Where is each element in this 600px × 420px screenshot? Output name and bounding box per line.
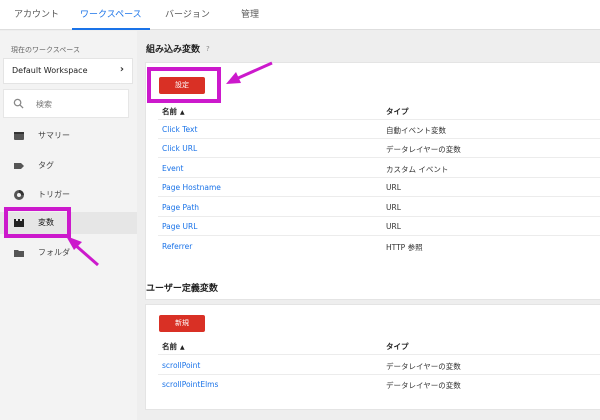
tab-admin[interactable]: 管理 bbox=[241, 0, 259, 30]
variable-type: データレイヤーの変数 bbox=[386, 381, 461, 390]
variable-type: 自動イベント変数 bbox=[386, 126, 446, 135]
workspace-selector[interactable]: Default Workspace › bbox=[3, 58, 133, 84]
row-divider bbox=[158, 235, 600, 236]
row-divider bbox=[158, 216, 600, 217]
row-divider bbox=[158, 374, 600, 375]
sidebar-item-label: フォルダ bbox=[38, 248, 70, 257]
column-header-name[interactable]: 名前 ▲ bbox=[162, 341, 185, 352]
top-tab-bar: アカウント ワークスペース バージョン 管理 bbox=[0, 0, 600, 30]
sidebar-search bbox=[3, 89, 129, 118]
help-icon[interactable]: ? bbox=[206, 45, 210, 53]
variable-type: データレイヤーの変数 bbox=[386, 362, 461, 371]
sort-ascending-icon: ▲ bbox=[180, 109, 185, 116]
current-workspace-label: 現在のワークスペース bbox=[11, 46, 80, 54]
sidebar-item-tags[interactable]: タグ bbox=[0, 155, 137, 177]
chevron-right-icon: › bbox=[119, 64, 124, 75]
user-defined-variables-title: ユーザー定義変数 bbox=[146, 284, 218, 294]
column-header-type: タイプ bbox=[386, 342, 409, 351]
sidebar-item-triggers[interactable]: トリガー bbox=[0, 184, 137, 206]
tab-account[interactable]: アカウント bbox=[14, 0, 59, 30]
folder-icon bbox=[14, 250, 24, 257]
annotation-highlight-configure bbox=[147, 67, 221, 103]
row-divider bbox=[158, 177, 600, 178]
variable-type: URL bbox=[386, 203, 401, 212]
variable-name-link[interactable]: scrollPointElms bbox=[162, 380, 218, 389]
variable-type: URL bbox=[386, 183, 401, 192]
sidebar-item-label: サマリー bbox=[38, 131, 70, 140]
new-variable-button[interactable]: 新規 bbox=[159, 315, 205, 332]
variable-type: HTTP 参照 bbox=[386, 243, 423, 252]
row-divider bbox=[158, 157, 600, 158]
column-header-name[interactable]: 名前 ▲ bbox=[162, 106, 185, 117]
sidebar-item-folders[interactable]: フォルダ bbox=[0, 242, 137, 264]
sidebar-item-label: タグ bbox=[38, 161, 54, 170]
variable-type: データレイヤーの変数 bbox=[386, 145, 461, 154]
column-header-type: タイプ bbox=[386, 107, 409, 116]
variable-name-link[interactable]: Page Path bbox=[162, 203, 199, 212]
sort-ascending-icon: ▲ bbox=[180, 344, 185, 351]
variable-name-link[interactable]: Click URL bbox=[162, 144, 197, 153]
tab-versions[interactable]: バージョン bbox=[165, 0, 210, 30]
variable-name-link[interactable]: Referrer bbox=[162, 242, 192, 251]
workspace-name: Default Workspace bbox=[12, 66, 88, 75]
variable-type: URL bbox=[386, 222, 401, 231]
sidebar-item-summary[interactable]: サマリー bbox=[0, 125, 137, 147]
variable-name-link[interactable]: scrollPoint bbox=[162, 361, 200, 370]
column-header-label: 名前 bbox=[162, 107, 177, 116]
variable-name-link[interactable]: Page Hostname bbox=[162, 183, 221, 192]
tab-workspace[interactable]: ワークスペース bbox=[72, 0, 150, 30]
trigger-icon bbox=[14, 190, 24, 200]
row-divider bbox=[158, 138, 600, 139]
row-divider bbox=[158, 196, 600, 197]
user-defined-variables-card: 新規 名前 ▲ タイプ scrollPoint データレイヤーの変数 scroll… bbox=[145, 304, 600, 410]
variable-name-link[interactable]: Event bbox=[162, 164, 184, 173]
summary-icon bbox=[14, 132, 24, 140]
variable-name-link[interactable]: Click Text bbox=[162, 125, 197, 134]
search-input[interactable] bbox=[36, 96, 124, 112]
column-header-label: 名前 bbox=[162, 342, 177, 351]
header-divider bbox=[158, 119, 600, 120]
variable-name-link[interactable]: Page URL bbox=[162, 222, 197, 231]
annotation-highlight-variables bbox=[4, 207, 71, 238]
builtin-variables-title: 組み込み変数 bbox=[146, 45, 201, 55]
search-icon bbox=[13, 98, 24, 109]
tag-icon bbox=[14, 163, 24, 169]
header-divider bbox=[158, 354, 600, 355]
variable-type: カスタム イベント bbox=[386, 165, 449, 174]
sidebar-item-label: トリガー bbox=[38, 190, 70, 199]
